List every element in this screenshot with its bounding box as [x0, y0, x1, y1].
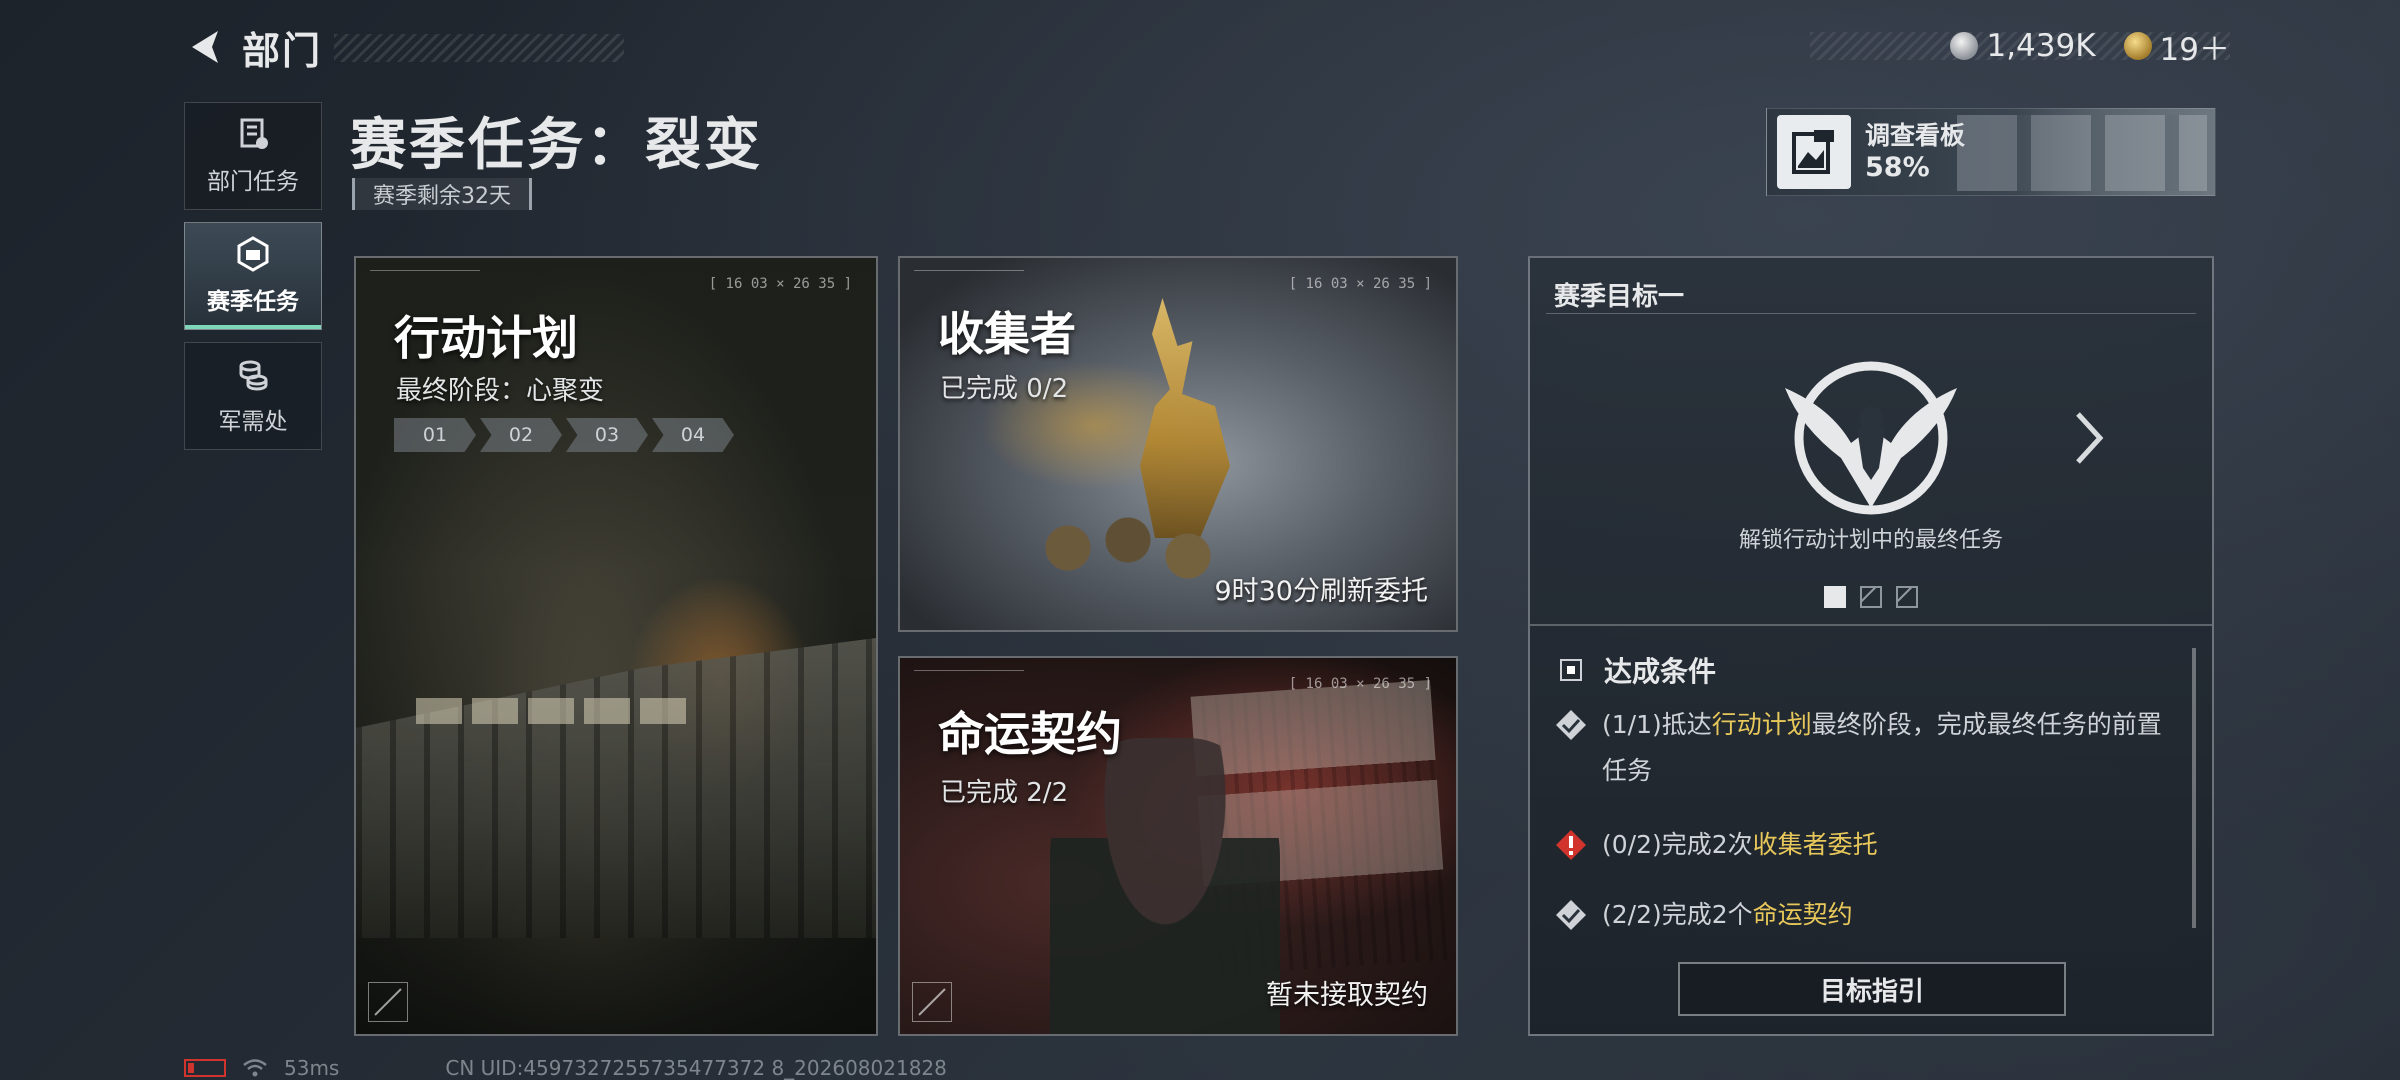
season-remaining: 赛季剩余32天 [352, 178, 532, 210]
survey-board-progress: 58% [1865, 151, 1930, 183]
hud-coordinates: [ 16 03 × 26 35 ] [1288, 276, 1432, 292]
nav-item-supply[interactable]: 军需处 [184, 342, 322, 450]
nav-item-season-task[interactable]: 赛季任务 [184, 222, 322, 330]
expand-icon[interactable] [368, 982, 408, 1022]
condition-item: (2/2)完成2个命运契约 [1554, 892, 2172, 947]
currency-gold[interactable]: 19＋ [2123, 24, 2230, 69]
page-title: 赛季任务：裂变 [350, 113, 763, 178]
check-diamond-icon [1554, 702, 1588, 794]
currency-silver[interactable]: 1,439K [1950, 28, 2096, 64]
hud-line [370, 270, 480, 282]
goal-title: 赛季目标一 [1546, 272, 2196, 314]
silver-coin-icon [1950, 32, 1979, 60]
gold-amount: 19＋ [2159, 31, 2230, 68]
card-fate-contract[interactable]: [ 16 03 × 26 35 ] 命运契约 已完成 2/2 暂未接取契约 [898, 656, 1458, 1036]
conditions-title: 达成条件 [1560, 650, 1716, 690]
header-stripes [334, 34, 624, 62]
nav-label: 赛季任务 [207, 289, 299, 315]
condition-text: (2/2)完成2个命运契约 [1602, 892, 1853, 947]
status-bar: 53ms CN UID:4597327255735477372 8_202608… [184, 1056, 947, 1080]
eagle-emblem-icon [1785, 361, 1957, 515]
figure-silhouette [1050, 738, 1280, 1034]
panel-divider [1530, 624, 2212, 626]
refresh-timer: 9时30分刷新委托 [1214, 576, 1428, 607]
back-button[interactable]: 部门 [184, 24, 624, 73]
stage-chip: 02 [480, 418, 562, 452]
user-uid: CN UID:4597327255735477372 8_20260802182… [445, 1056, 947, 1080]
condition-prefix: (0/2)完成2次 [1602, 830, 1753, 859]
survey-board-label: 调查看板 [1865, 120, 1966, 150]
card-title: 收集者 [938, 307, 1076, 361]
card-subtitle: 已完成 0/2 [940, 374, 1069, 404]
building-windows [416, 698, 696, 724]
back-arrow-icon [192, 31, 218, 63]
card-title: 命运契约 [938, 707, 1122, 761]
pager-dot-locked[interactable] [1896, 586, 1918, 608]
nav-label: 部门任务 [207, 169, 299, 195]
card-collector[interactable]: [ 16 03 × 26 35 ] 收集者 已完成 0/2 9时30分刷新委托 [898, 256, 1458, 632]
check-diamond-icon [1554, 892, 1588, 947]
condition-highlight: 行动计划 [1711, 710, 1812, 739]
nav-label: 军需处 [218, 409, 288, 435]
wifi-icon [243, 1059, 267, 1077]
nav-item-department-task[interactable]: 部门任务 [184, 102, 322, 210]
pager-dot-locked[interactable] [1860, 586, 1882, 608]
department-task-icon [240, 118, 268, 149]
condition-item: (0/2)完成2次收集者委托 [1554, 822, 2172, 877]
condition-item: (1/1)抵达行动计划最终阶段，完成最终任务的前置任务 [1554, 702, 2172, 794]
supply-icon [239, 360, 268, 391]
picture-frame-icon [1792, 130, 1834, 174]
stage-chip: 03 [566, 418, 648, 452]
warning-diamond-icon [1554, 822, 1588, 877]
contract-status: 暂未接取契约 [1266, 980, 1428, 1011]
stage-chip: 01 [394, 418, 476, 452]
side-nav: 部门任务 赛季任务 军需处 [184, 102, 322, 462]
survey-board-button[interactable]: 调查看板 58% [1766, 108, 2216, 196]
card-action-plan[interactable]: [ 16 03 × 26 35 ] 行动计划 最终阶段：心聚变 01 02 03… [354, 256, 878, 1036]
condition-prefix: (2/2)完成2个 [1602, 900, 1753, 929]
goal-pager [1530, 586, 2212, 608]
survey-board-thumbnails [1957, 115, 2207, 191]
goal-emblem [1530, 348, 2212, 528]
conditions-title-text: 达成条件 [1604, 655, 1717, 688]
card-subtitle: 最终阶段：心聚变 [396, 376, 605, 406]
condition-text: (0/2)完成2次收集者委托 [1602, 822, 1878, 877]
silver-amount: 1,439K [1986, 28, 2096, 64]
hud-line [914, 670, 1024, 682]
section-bullet-icon [1560, 659, 1582, 681]
stage-progress: 01 02 03 04 [394, 418, 734, 452]
survey-board-icon [1777, 115, 1851, 189]
card-title: 行动计划 [394, 311, 578, 365]
hud-coordinates: [ 16 03 × 26 35 ] [708, 276, 852, 292]
goal-guide-button[interactable]: 目标指引 [1678, 962, 2066, 1016]
condition-highlight: 命运契约 [1752, 900, 1853, 929]
battery-icon [184, 1059, 226, 1077]
expand-icon[interactable] [912, 982, 952, 1022]
gold-coin-icon [2123, 32, 2152, 60]
pager-dot-active[interactable] [1824, 586, 1846, 608]
conditions-scrollbar[interactable] [2192, 648, 2196, 928]
hud-line [914, 270, 1024, 282]
ping-value: 53ms [284, 1056, 340, 1080]
back-title: 部门 [242, 28, 323, 73]
condition-text: (1/1)抵达行动计划最终阶段，完成最终任务的前置任务 [1602, 702, 2172, 794]
condition-prefix: (1/1)抵达 [1602, 710, 1712, 739]
season-task-icon [237, 236, 269, 272]
card-subtitle: 已完成 2/2 [940, 778, 1069, 808]
next-goal-chevron-icon[interactable] [2068, 408, 2108, 468]
hud-coordinates: [ 16 03 × 26 35 ] [1288, 676, 1432, 692]
stage-chip: 04 [652, 418, 734, 452]
season-goal-panel: 赛季目标一 解锁行动计划中的最终任务 达成条件 (1/1)抵达行动计划最终阶段，… [1528, 256, 2214, 1036]
unlock-description: 解锁行动计划中的最终任务 [1738, 528, 2003, 553]
currency-bar: 1,439K 19＋ [1810, 24, 2230, 69]
condition-highlight: 收集者委托 [1752, 830, 1878, 859]
